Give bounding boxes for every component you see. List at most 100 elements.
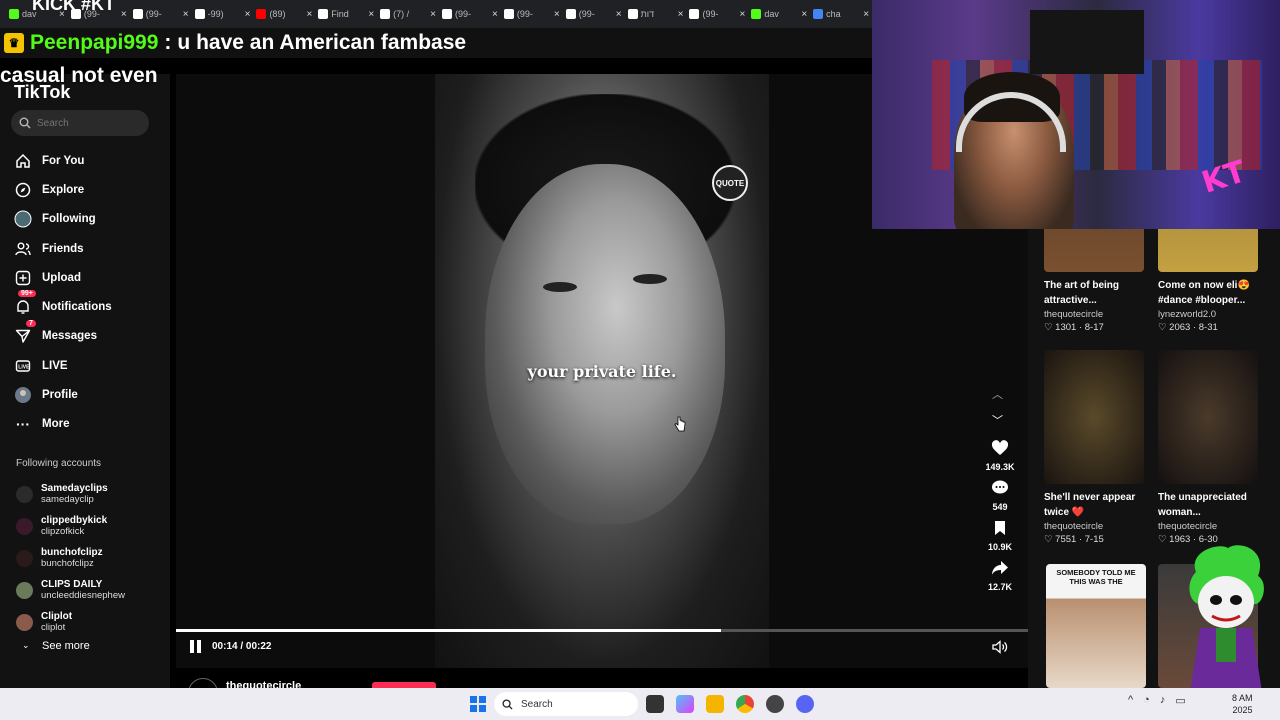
hand-cursor-icon [674,416,686,432]
video-date: 8-17 [1084,322,1104,333]
video-date: 8-31 [1198,322,1218,333]
video-meta: ♡ 7551 · 7-15 [1044,534,1104,545]
comment-button[interactable]: 549 [991,480,1009,512]
search-box[interactable] [11,110,149,136]
like-button[interactable]: 149.3K [985,440,1015,472]
browser-tab[interactable]: (89) × [253,2,315,26]
quote-watermark: QUOTE [712,165,748,201]
account-name: Cliplot [41,611,73,622]
stream-side-caption: casual not even [0,64,158,87]
close-icon[interactable]: × [430,9,436,20]
related-video-card[interactable]: The unappreciated woman... thequotecircl… [1158,350,1258,546]
following-account[interactable]: bunchofclipz bunchofclipz [16,542,125,574]
video-likes: 1301 [1055,322,1077,333]
taskbar-search[interactable]: Search [494,692,638,716]
close-icon[interactable]: × [678,9,684,20]
following-account[interactable]: CLIPS DAILY uncleeddiesnephew [16,574,125,606]
close-icon[interactable]: × [183,9,189,20]
sidebar-item-explore[interactable]: Explore [14,175,112,204]
avatar-icon [14,386,32,404]
pause-icon[interactable] [190,640,202,653]
chrome-icon [813,9,824,19]
sidebar-item-profile[interactable]: Profile [14,380,112,409]
chat-message: u have an American fambase [177,31,467,54]
x-icon [380,9,391,19]
close-icon[interactable]: × [245,9,251,20]
related-video-card[interactable]: SOMEBODY TOLD ME THIS WAS THE [1046,564,1146,688]
sidebar-item-live[interactable]: LIVE LIVE [14,351,112,380]
close-icon[interactable]: × [121,9,127,20]
close-icon[interactable]: × [739,9,745,20]
chevron-up-icon[interactable]: ︿ [992,386,1003,402]
file-explorer-icon[interactable] [706,695,724,713]
sidebar-item-upload[interactable]: Upload [14,263,112,292]
browser-tab-label: (99- [516,9,533,19]
browser-tab-label: cha [826,9,841,19]
discord-icon[interactable] [796,695,814,713]
search-icon [502,698,513,710]
following-account[interactable]: Cliplot cliplot [16,606,125,638]
browser-tab[interactable]: דות × [625,2,687,26]
sidebar-item-following[interactable]: Following [14,205,112,234]
live-icon: LIVE [14,357,32,375]
video-player[interactable]: QUOTE your private life. [435,74,769,668]
copilot-icon[interactable] [676,695,694,713]
browser-tab[interactable]: Find × [315,2,377,26]
network-icon[interactable]: ◔ [1143,694,1150,707]
tiktok-icon [442,9,453,19]
related-video-card[interactable]: She'll never appear twice ❤️ thequotecir… [1044,350,1144,546]
browser-tab[interactable]: (99- × [501,2,563,26]
webcam-tv [1030,10,1144,74]
close-icon[interactable]: × [863,9,869,20]
obs-icon[interactable] [766,695,784,713]
close-icon[interactable]: × [616,9,622,20]
chevron-up-icon[interactable]: ^ [1128,694,1133,707]
microphone-icon[interactable]: ♪ [1160,694,1166,707]
sidebar-item-notifications[interactable]: 99+ Notifications [14,290,112,321]
chevron-down-icon[interactable]: ﹀ [992,412,1003,428]
send-icon [14,327,32,345]
browser-tab[interactable]: (99- × [439,2,501,26]
see-more-link[interactable]: ⌄ See more [22,640,90,652]
tiktok-icon [132,9,143,19]
video-progress-bar[interactable] [176,629,1028,632]
search-input[interactable] [37,117,137,129]
video-title: She'll never appear twice ❤️ [1044,492,1136,518]
close-icon[interactable]: × [801,9,807,20]
browser-tab[interactable]: (99- × [130,2,192,26]
tiktok-icon [689,9,700,19]
share-button[interactable]: 12.7K [988,560,1012,592]
following-account[interactable]: Samedayclips samedayclip [16,478,125,510]
video-likes: 7551 [1055,534,1077,545]
browser-tab-label: (99- [578,9,595,19]
browser-tab-label: (99- [455,9,472,19]
video-title: The unappreciated woman... [1158,492,1247,518]
close-icon[interactable]: × [554,9,560,20]
browser-tab[interactable]: (99- × [686,2,748,26]
browser-tab[interactable]: dav × [748,2,810,26]
video-thumbnail [1044,350,1144,484]
volume-icon[interactable] [992,640,1008,657]
sidebar-item-messages[interactable]: 7 Messages [14,319,112,351]
task-view-icon[interactable] [646,695,664,713]
sidebar-item-label: Upload [42,271,81,284]
sidebar-item-for-you[interactable]: For You [14,146,112,175]
save-button[interactable]: 10.9K [988,520,1012,552]
chrome-icon[interactable] [736,695,754,713]
save-count: 10.9K [987,542,1013,552]
display-icon[interactable]: ▭ [1175,694,1185,707]
taskbar-clock[interactable]: 8 AM 2025 [1232,692,1253,716]
avatar [16,549,33,567]
browser-tab[interactable]: (99- × [563,2,625,26]
sidebar-item-friends[interactable]: Friends [14,234,112,263]
close-icon[interactable]: × [492,9,498,20]
browser-tab[interactable]: (7) / × [377,2,439,26]
close-icon[interactable]: × [368,9,374,20]
sidebar-item-more[interactable]: ··· More [14,410,112,439]
close-icon[interactable]: × [306,9,312,20]
following-account[interactable]: clippedbykick clipzofkick [16,510,125,542]
browser-tab[interactable]: cha × [810,2,872,26]
windows-start-icon[interactable] [470,696,486,712]
taskbar-search-placeholder: Search [521,698,553,710]
browser-tab[interactable]: -99) × [192,2,254,26]
